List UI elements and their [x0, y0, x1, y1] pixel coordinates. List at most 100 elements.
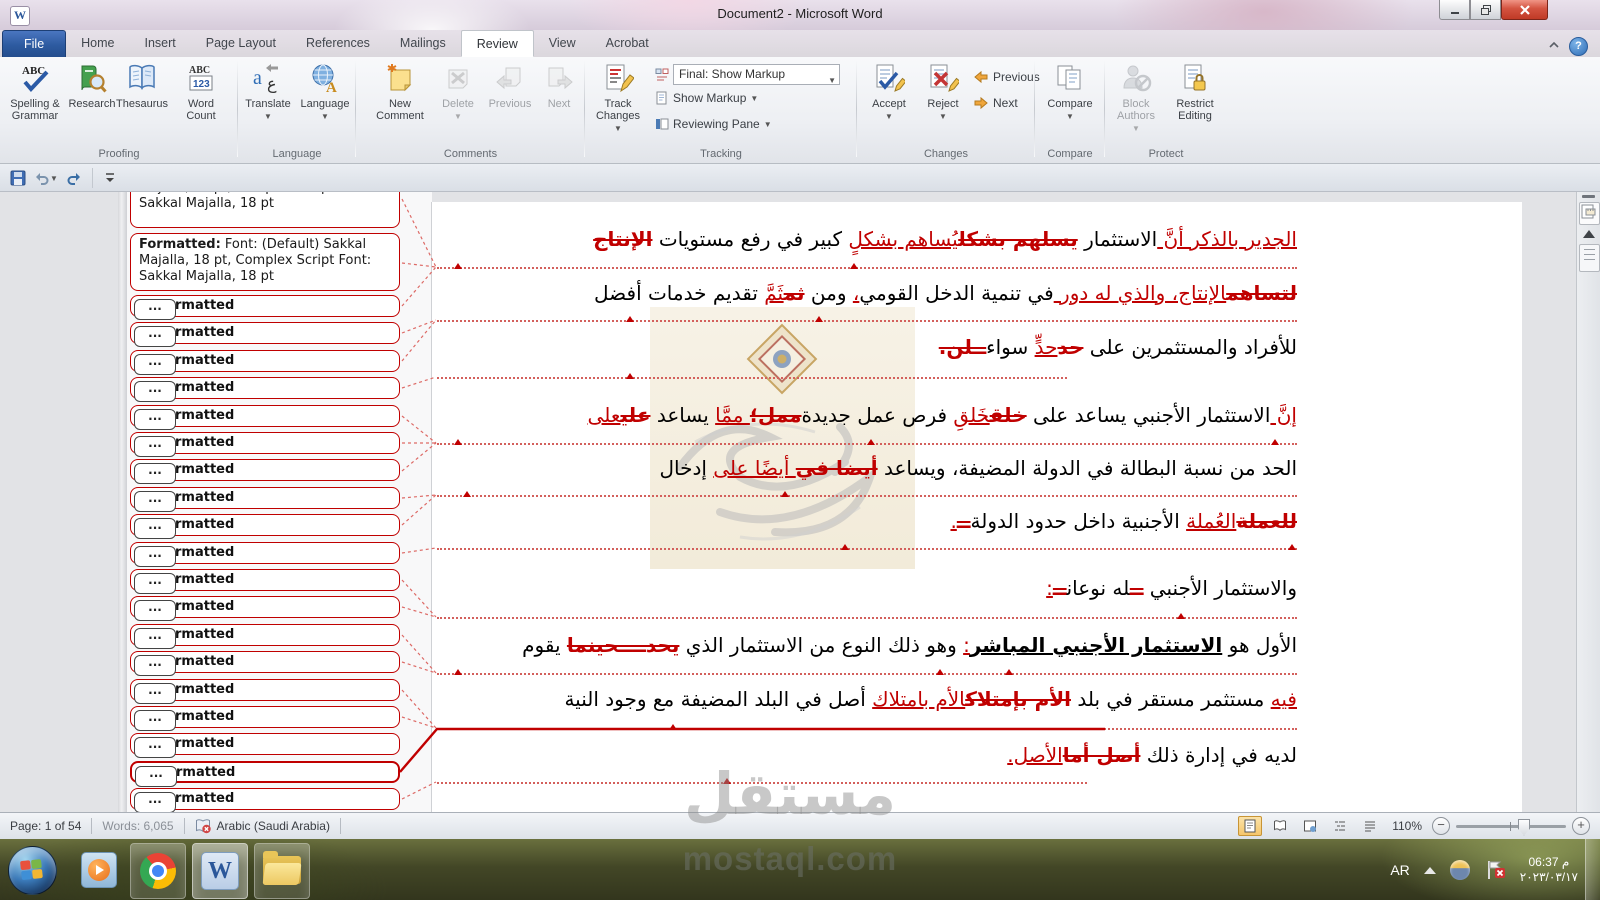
action-center-flag-icon[interactable] [1484, 859, 1506, 881]
taskbar-word[interactable]: W [192, 843, 248, 899]
split-handle[interactable] [1582, 195, 1595, 198]
draft-view-button[interactable] [1358, 816, 1382, 836]
document-text-line[interactable]: للأفراد والمستثمرين على حدحدٍّ سواءــلن. [437, 330, 1297, 364]
formatted-balloon-collapsed[interactable]: ... rmatted [130, 432, 400, 457]
tab-home[interactable]: Home [66, 30, 129, 57]
reject-button[interactable]: Reject ▼ [919, 62, 967, 123]
formatted-balloon-collapsed[interactable]: ... rmatted [130, 788, 400, 812]
track-changes-button[interactable]: Track Changes ▼ [587, 62, 649, 135]
document-viewport[interactable]: الجدير بالذكر أنَّ الاستثمار يسلهم بشكلي… [0, 192, 1600, 812]
redo-icon[interactable] [66, 170, 82, 186]
formatted-balloon-collapsed[interactable]: ... rmatted [130, 349, 400, 375]
tab-references[interactable]: References [291, 30, 385, 57]
translate-button[interactable]: aع Translate ▼ [241, 62, 295, 123]
undo-caret-icon[interactable]: ▼ [50, 174, 58, 183]
show-markup-button[interactable]: Show Markup ▼ [655, 91, 758, 105]
restore-button[interactable] [1470, 0, 1501, 20]
show-desktop-button[interactable] [1585, 839, 1600, 900]
balloon-ellipsis-chip[interactable]: ... [134, 408, 176, 430]
balloon-ellipsis-chip[interactable]: ... [134, 600, 176, 622]
formatted-balloon-collapsed[interactable]: ... rmatted [130, 678, 400, 704]
formatted-balloon-collapsed[interactable]: ... rmatted [130, 459, 400, 485]
next-comment-button[interactable]: Next [540, 62, 578, 110]
spelling-grammar-button[interactable]: ABC Spelling & Grammar [4, 62, 66, 122]
tab-mailings[interactable]: Mailings [385, 30, 461, 57]
tab-page-layout[interactable]: Page Layout [191, 30, 291, 57]
tab-view[interactable]: View [534, 30, 591, 57]
reviewing-pane-button[interactable]: Reviewing Pane ▼ [655, 117, 772, 131]
page-indicator[interactable]: Page: 1 of 54 [0, 813, 91, 839]
minimize-button[interactable] [1439, 0, 1470, 20]
formatted-balloon-collapsed[interactable]: ... rmatted [130, 377, 400, 403]
formatted-balloon-collapsed[interactable]: ... rmatted [130, 295, 400, 320]
balloon-ellipsis-chip[interactable]: ... [134, 381, 176, 403]
formatted-balloon-collapsed[interactable]: ... rmatted [130, 404, 400, 430]
balloon-ellipsis-chip[interactable]: ... [134, 436, 176, 457]
balloon-ellipsis-chip[interactable]: ... [134, 326, 176, 348]
document-text-line[interactable]: الحد من نسبة البطالة في الدولة المضيفة، … [437, 451, 1297, 485]
balloon-ellipsis-chip[interactable]: ... [134, 573, 176, 594]
taskbar-chrome[interactable] [130, 843, 186, 899]
display-for-review-combo[interactable]: Final: Show Markup ▼ [673, 64, 840, 85]
network-tray-icon[interactable] [1449, 860, 1470, 880]
restrict-editing-button[interactable]: Restrict Editing [1167, 62, 1223, 122]
balloon-ellipsis-chip[interactable]: ... [134, 682, 176, 704]
balloon-ellipsis-chip[interactable]: ... [134, 627, 176, 649]
accept-button[interactable]: Accept ▼ [863, 62, 915, 123]
research-button[interactable]: Research [68, 62, 116, 110]
web-layout-view-button[interactable] [1298, 816, 1322, 836]
document-text-line[interactable]: والاستثمار الأجنبي ــله نوعانــ: [437, 571, 1297, 605]
next-change-button[interactable]: Next [973, 95, 1018, 111]
tab-acrobat[interactable]: Acrobat [591, 30, 664, 57]
formatted-balloon-collapsed[interactable]: ... rmatted [130, 569, 400, 594]
scroll-up-arrow[interactable] [1583, 230, 1595, 238]
close-button[interactable] [1501, 0, 1548, 20]
zoom-slider-thumb[interactable] [1518, 818, 1530, 836]
document-text-line[interactable]: فيه مستثمر مستقر في بلد الأم بإمتلاكالأم… [437, 682, 1297, 716]
formatted-balloon-collapsed[interactable]: ... rmatted [130, 486, 400, 512]
qat-customize-icon[interactable] [103, 171, 117, 185]
fullscreen-reading-view-button[interactable] [1268, 816, 1292, 836]
help-button[interactable]: ? [1569, 37, 1588, 56]
save-icon[interactable] [10, 170, 26, 186]
formatted-balloon-collapsed[interactable]: ... rmatted [130, 623, 400, 649]
balloon-ellipsis-chip[interactable]: ... [134, 490, 176, 512]
balloon-ellipsis-chip[interactable]: ... [134, 353, 176, 375]
balloon-ellipsis-chip[interactable]: ... [134, 299, 176, 320]
keyboard-language-indicator[interactable]: AR [1390, 862, 1409, 878]
tab-review[interactable]: Review [460, 30, 534, 57]
formatted-balloon-collapsed[interactable]: ... rmatted [130, 322, 400, 348]
formatted-balloon-collapsed[interactable]: ... rmatted [130, 706, 400, 731]
hidden-icons-arrow[interactable] [1423, 866, 1436, 874]
new-comment-button[interactable]: New Comment [370, 62, 430, 122]
formatted-balloon-collapsed[interactable]: ... rmatted [130, 596, 400, 622]
balloon-ellipsis-chip[interactable]: ... [134, 463, 176, 485]
previous-change-button[interactable]: Previous [973, 69, 1040, 85]
tab-insert[interactable]: Insert [130, 30, 191, 57]
formatted-balloon-collapsed[interactable]: ... rmatted [130, 733, 400, 759]
balloon-ellipsis-chip[interactable]: ... [134, 710, 176, 731]
balloon-ellipsis-chip[interactable]: ... [134, 792, 176, 812]
word-count-indicator[interactable]: Words: 6,065 [92, 813, 183, 839]
formatted-balloon-collapsed[interactable]: ... rmatted [130, 514, 400, 540]
zoom-in-button[interactable]: + [1572, 817, 1590, 835]
outline-view-button[interactable] [1328, 816, 1352, 836]
balloon-ellipsis-chip[interactable]: ... [134, 518, 176, 540]
proofing-status[interactable]: Arabic (Saudi Arabia) [185, 813, 340, 839]
start-button[interactable] [8, 846, 57, 895]
balloon-ellipsis-chip[interactable]: ... [134, 737, 176, 759]
tab-file[interactable]: File [2, 30, 67, 57]
zoom-out-button[interactable]: − [1432, 817, 1450, 835]
formatted-balloon-collapsed[interactable]: ... rmatted [130, 760, 400, 787]
formatted-balloon-expanded[interactable]: Formatted: Font: (Default) Sakkal Majall… [130, 233, 400, 291]
undo-button[interactable]: ▼ [34, 170, 58, 186]
zoom-slider[interactable] [1456, 818, 1566, 836]
document-text-line[interactable]: للعملةالعُملة الأجنبية داخل حدود الدولةـ… [437, 504, 1297, 538]
balloon-ellipsis-chip[interactable]: ... [134, 545, 176, 567]
formatted-balloon-clipped[interactable]: Majalla, 18 pt, Complex Script Font: Sak… [130, 192, 400, 228]
language-button[interactable]: A Language ▼ [298, 62, 352, 123]
balloon-ellipsis-chip[interactable]: ... [134, 655, 176, 677]
taskbar-media-player[interactable] [72, 843, 126, 897]
previous-comment-button[interactable]: Previous [484, 62, 536, 110]
formatted-balloon-collapsed[interactable]: ... rmatted [130, 541, 400, 567]
